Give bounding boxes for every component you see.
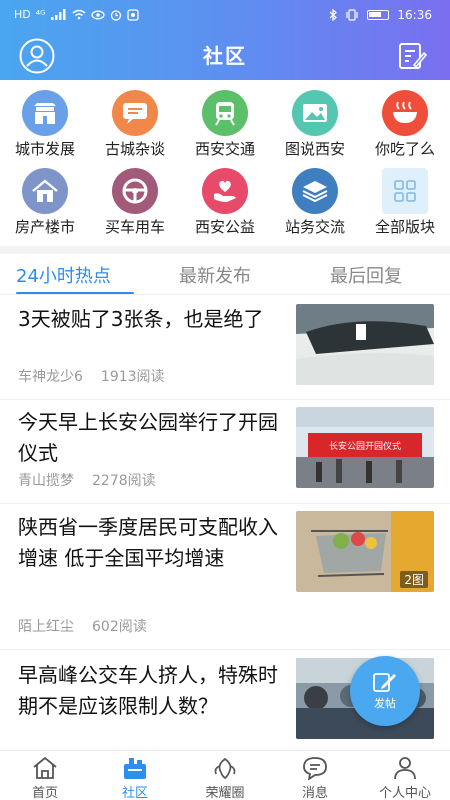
category-label: 房产楼市: [14, 218, 75, 236]
clock: 16:36: [397, 8, 432, 22]
news-reads: 602阅读: [92, 619, 147, 635]
honor-circle-icon: [214, 757, 236, 780]
category-label: 全部版块: [374, 218, 435, 236]
category-food[interactable]: 你吃了么: [360, 84, 450, 162]
tab-last-reply[interactable]: 最后回复: [330, 262, 402, 288]
news-item[interactable]: 3天被贴了3张条，也是绝了 车神龙少6 1913阅读: [0, 296, 450, 400]
community-icon: [124, 758, 146, 779]
nav-honor-circle[interactable]: 荣耀圈: [180, 755, 270, 800]
category-label: 你吃了么: [374, 140, 435, 158]
category-xian-traffic[interactable]: 西安交通: [180, 84, 270, 162]
category-real-estate[interactable]: 房产楼市: [0, 162, 90, 240]
image-icon: [292, 90, 338, 136]
category-cars[interactable]: 买车用车: [90, 162, 180, 240]
tab-latest[interactable]: 最新发布: [179, 262, 251, 288]
chat-bubble-icon: [112, 90, 158, 136]
message-icon: [303, 757, 327, 780]
news-reads: 1913阅读: [100, 369, 165, 385]
nav-label: 首页: [31, 786, 58, 800]
category-city-development[interactable]: 城市发展: [0, 84, 90, 162]
category-label: 西安交通: [194, 140, 255, 158]
thumb-banner-text: 长安公园开园仪式: [329, 440, 401, 452]
noodle-bowl-icon: [382, 90, 428, 136]
category-label: 城市发展: [14, 140, 75, 158]
user-icon: [394, 757, 416, 780]
top-header: HD ⁴ᴳ 16:36 社区: [0, 0, 450, 80]
nav-label: 消息: [301, 786, 328, 800]
grid-icon: [382, 168, 428, 214]
vibrate-icon: [346, 9, 359, 21]
news-author: 青山揽梦: [18, 473, 74, 489]
heart-hand-icon: [202, 168, 248, 214]
news-meta: 车神龙少6 1913阅读: [18, 366, 165, 386]
news-title: 早高峰公交车人挤人，特殊时期不是应该限制人数？: [18, 663, 278, 718]
category-site-affairs[interactable]: 站务交流: [270, 162, 360, 240]
tab-24h-hot[interactable]: 24小时热点: [16, 262, 111, 288]
signal-bars-icon: [50, 9, 66, 20]
bottom-navigation: 首页 社区 荣耀圈 消息 个人中心: [0, 750, 450, 800]
alarm-icon: [110, 9, 121, 21]
image-count-badge: 2图: [400, 571, 428, 588]
train-icon: [202, 90, 248, 136]
bluetooth-icon: [330, 9, 338, 21]
nav-label: 社区: [121, 786, 148, 800]
status-left: HD ⁴ᴳ: [14, 8, 139, 21]
notification-icon: [126, 8, 139, 21]
layers-icon: [292, 168, 338, 214]
section-divider: [0, 246, 450, 254]
news-thumbnail-car: [296, 304, 434, 385]
category-picture-xian[interactable]: 图说西安: [270, 84, 360, 162]
eye-icon: [90, 10, 105, 19]
home-icon: [33, 756, 57, 779]
feed-tabs: 24小时热点 最新发布 最后回复: [0, 254, 450, 295]
city-building-icon: [22, 90, 68, 136]
nav-messages[interactable]: 消息: [270, 755, 360, 800]
category-charity[interactable]: 西安公益: [180, 162, 270, 240]
battery-icon: [367, 10, 390, 20]
category-old-city-talk[interactable]: 古城杂谈: [90, 84, 180, 162]
nav-home[interactable]: 首页: [0, 755, 90, 800]
news-item[interactable]: 今天早上长安公园举行了开园仪式 青山揽梦 2278阅读 长安公园开园仪式: [0, 400, 450, 504]
tabs-divider: [0, 294, 450, 295]
news-meta: 陌上红尘 602阅读: [18, 616, 147, 636]
fab-label: 发帖: [374, 697, 396, 710]
news-thumbnail-cart: 2图: [296, 511, 434, 592]
category-label: 买车用车: [104, 218, 165, 236]
steering-wheel-icon: [112, 168, 158, 214]
nav-profile[interactable]: 个人中心: [360, 755, 450, 800]
wifi-icon: [72, 9, 86, 20]
status-right: 16:36: [329, 8, 432, 22]
category-grid: 城市发展 古城杂谈 西安交通 图说西安 你吃了么 房产楼市 买车用车 西安公益 …: [0, 82, 450, 242]
news-title: 3天被贴了3张条，也是绝了: [18, 307, 264, 331]
news-author: 车神龙少6: [18, 369, 83, 385]
signal-indicator: ⁴ᴳ: [35, 8, 46, 21]
nav-community[interactable]: 社区: [90, 755, 180, 800]
news-reads: 2278阅读: [92, 473, 156, 489]
nav-label: 个人中心: [378, 786, 431, 800]
house-icon: [22, 168, 68, 214]
category-label: 图说西安: [284, 140, 345, 158]
new-post-fab[interactable]: 发帖: [350, 656, 420, 726]
news-author: 陌上红尘: [18, 619, 74, 635]
news-thumbnail-ceremony: 长安公园开园仪式: [296, 407, 434, 488]
network-indicator: HD: [14, 8, 31, 21]
category-label: 站务交流: [284, 218, 345, 236]
category-label: 西安公益: [194, 218, 255, 236]
nav-label: 荣耀圈: [205, 786, 245, 800]
news-item[interactable]: 陕西省一季度居民可支配收入增速 低于全国平均增速 陌上红尘 602阅读 2图: [0, 504, 450, 650]
compose-button[interactable]: [394, 38, 430, 74]
news-meta: 青山揽梦 2278阅读: [18, 470, 156, 490]
news-title: 陕西省一季度居民可支配收入增速 低于全国平均增速: [18, 515, 278, 570]
page-title: 社区: [203, 44, 247, 68]
category-all-sections[interactable]: 全部版块: [360, 162, 450, 240]
edit-note-icon: [399, 43, 427, 69]
news-title: 今天早上长安公园举行了开园仪式: [18, 410, 278, 465]
status-bar: HD ⁴ᴳ 16:36: [0, 0, 450, 30]
category-label: 古城杂谈: [104, 140, 165, 158]
edit-pencil-icon: [373, 673, 396, 692]
